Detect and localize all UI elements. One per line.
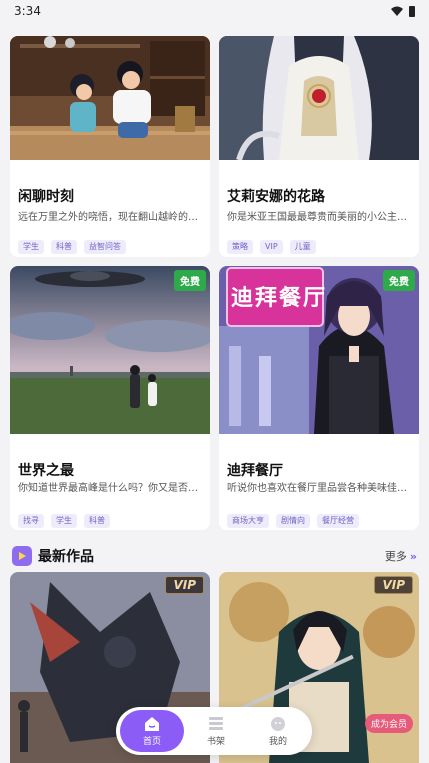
restaurant-sign-text: 迪拜餐厅 [231, 286, 328, 311]
story-description: 你知道世界最高峰是什么吗？你又是否知道... [18, 483, 202, 494]
battery-icon [409, 5, 415, 17]
story-card[interactable]: 闲聊时刻 远在万里之外的哓悟，现在翻山越岭的来找... 学生 科普 益智问答 [10, 36, 210, 257]
nav-item-bookshelf[interactable]: 书架 [186, 710, 246, 752]
tag: 商场大亨 [227, 514, 269, 528]
story-description: 远在万里之外的哓悟，现在翻山越岭的来找... [18, 212, 202, 223]
tag-list: 策略 VIP 儿童 [227, 240, 316, 254]
tag: 剧情向 [276, 514, 310, 528]
story-title: 迪拜餐厅 [227, 463, 283, 479]
more-label: 更多 [384, 550, 407, 563]
tag: 餐厅经营 [317, 514, 359, 528]
tag: 科普 [84, 514, 110, 528]
tag: 益智问答 [84, 240, 126, 254]
tag-list: 找寻 学生 科普 [18, 514, 110, 528]
tag: 找寻 [18, 514, 44, 528]
double-chevron-right-icon: » [409, 549, 417, 563]
become-member-badge[interactable]: 成为会员 [364, 714, 413, 733]
tag: 学生 [51, 514, 77, 528]
tag: VIP [260, 240, 283, 254]
tag-list: 商场大亨 剧情向 餐厅经营 [227, 514, 359, 528]
nav-label: 我的 [268, 736, 287, 747]
story-description: 听说你也喜欢在餐厅里品尝各种美味佳肴？... [227, 483, 411, 494]
story-title: 艾莉安娜的花路 [227, 189, 325, 205]
story-thumbnail: 免费 [10, 266, 210, 434]
story-thumbnail [10, 36, 210, 160]
free-badge: 免费 [174, 270, 206, 291]
story-title: 世界之最 [18, 463, 74, 479]
story-description: 你是米亚王国最最尊贵而美丽的小公主，你... [227, 212, 411, 223]
free-badge: 免费 [383, 270, 415, 291]
story-thumbnail: 迪拜餐厅 免费 [219, 266, 419, 434]
tag: 学生 [18, 240, 44, 254]
latest-works-header: 最新作品 更多 » [12, 544, 417, 568]
nav-label: 书架 [206, 736, 225, 747]
tag-list: 学生 科普 益智问答 [18, 240, 126, 254]
nav-item-home[interactable]: 首页 [120, 710, 184, 752]
bookshelf-icon [209, 716, 223, 730]
wifi-icon [391, 6, 403, 16]
section-title: 最新作品 [38, 549, 94, 565]
story-card[interactable]: 迪拜餐厅 免费 迪拜餐厅 听说你也喜欢在餐厅里品尝各种美味佳肴？... 商场大亨… [219, 266, 419, 530]
story-card[interactable]: 免费 世界之最 你知道世界最高峰是什么吗？你又是否知道... 找寻 学生 科普 [10, 266, 210, 530]
nav-label: 首页 [142, 736, 161, 747]
tag: 策略 [227, 240, 253, 254]
profile-icon [271, 716, 285, 731]
status-bar: 3:34 [0, 0, 429, 22]
status-icons [391, 5, 415, 17]
home-icon [145, 716, 159, 731]
story-thumbnail [219, 36, 419, 160]
bottom-nav: 首页 书架 我的 [116, 707, 312, 755]
play-icon [12, 546, 32, 566]
story-card[interactable]: 艾莉安娜的花路 你是米亚王国最最尊贵而美丽的小公主，你... 策略 VIP 儿童 [219, 36, 419, 257]
status-time: 3:34 [14, 4, 41, 18]
vip-badge: VIP [165, 576, 204, 594]
vip-badge: VIP [374, 576, 413, 594]
tag: 儿童 [289, 240, 316, 254]
section-title-group: 最新作品 [12, 546, 94, 566]
nav-item-profile[interactable]: 我的 [248, 710, 308, 752]
more-link[interactable]: 更多 » [385, 548, 417, 564]
tag: 科普 [51, 240, 77, 254]
story-title: 闲聊时刻 [18, 189, 74, 205]
